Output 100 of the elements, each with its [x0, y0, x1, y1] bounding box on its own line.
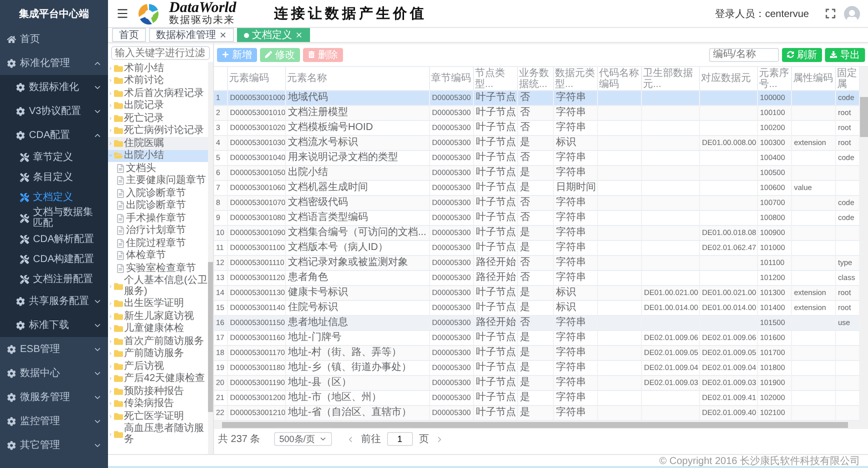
table-cell: 字符串	[554, 361, 598, 375]
tree-item[interactable]: 主要健康问题章节	[108, 174, 208, 187]
column-header[interactable]: 节点类型...	[474, 67, 518, 90]
tree-item[interactable]: 体检章节	[108, 250, 208, 262]
menu-item[interactable]: V3协议配置	[0, 99, 108, 123]
tree-item[interactable]: 死亡记录	[108, 112, 208, 124]
avatar[interactable]	[844, 6, 860, 22]
tree-item[interactable]: 预防接种报告	[108, 385, 208, 398]
scrollbar[interactable]	[208, 62, 213, 454]
table-cell: 地址-乡（镇、街道办事处）	[286, 361, 430, 375]
tree-item[interactable]: 术前讨论	[108, 74, 208, 87]
column-header[interactable]: 章节编码	[430, 67, 474, 90]
gear-icon	[16, 130, 25, 140]
table-cell: 字符串	[554, 121, 598, 135]
table-cell: 字符串	[554, 196, 598, 210]
folder-icon	[114, 374, 123, 384]
tree-item[interactable]: 首次产前随访服务	[108, 335, 208, 348]
menu-item[interactable]: 条目定义	[0, 167, 108, 187]
table-cell: 字符串	[554, 226, 598, 240]
menu-item[interactable]: 共享服务配置	[0, 289, 108, 313]
folder-icon	[114, 336, 123, 346]
menu-item[interactable]: 标准化管理	[0, 51, 108, 75]
table-cell: 是	[518, 301, 554, 315]
tree-item[interactable]: 产前随访服务	[108, 348, 208, 360]
tree-item[interactable]: 高血压患者随访服务	[108, 422, 208, 446]
menu-item[interactable]: CDA解析配置	[0, 229, 108, 249]
tree-item[interactable]: 个人基本信息(公卫服务)	[108, 274, 208, 298]
menu-item[interactable]: 监控管理	[0, 409, 108, 433]
close-icon[interactable]	[219, 31, 227, 39]
search-field[interactable]: 编码/名称	[709, 48, 779, 62]
fullscreen-icon[interactable]	[825, 8, 836, 19]
tree-item[interactable]: 文档头	[108, 162, 208, 174]
table-cell: 地域代码	[286, 91, 430, 105]
menu-item[interactable]: 微服务管理	[0, 385, 108, 409]
menu-item[interactable]: 文档定义	[0, 187, 108, 207]
scrollbar[interactable]	[214, 421, 868, 429]
column-header[interactable]: 卫生部数据元...	[642, 67, 700, 90]
tree-item[interactable]: 术前小结	[108, 62, 208, 74]
tree-item[interactable]: 住院医嘱	[108, 137, 208, 150]
menu-item[interactable]: 数据中心	[0, 361, 108, 385]
caret-icon	[108, 364, 113, 369]
table-cell: 文档记录对象或被监测对象	[286, 256, 430, 270]
menu-item[interactable]: 章节定义	[0, 147, 108, 167]
tree-item[interactable]: 治疗计划章节	[108, 224, 208, 237]
tree-item[interactable]: 术后首次病程记录	[108, 87, 208, 100]
plus-icon	[222, 51, 229, 58]
table-cell: 否	[518, 196, 554, 210]
page-input[interactable]: 1	[386, 432, 413, 446]
tree-item[interactable]: 实验室检查章节	[108, 262, 208, 274]
user-label: 登录人员：centervue	[715, 8, 809, 20]
column-header[interactable]: 代码名称编码	[598, 67, 642, 90]
table-cell: 叶子节点	[474, 376, 518, 390]
column-header[interactable]: 元素编码	[228, 67, 286, 90]
column-header[interactable]: 数据元类型...	[554, 67, 598, 90]
tree-item[interactable]: 产后访视	[108, 360, 208, 372]
folder-icon	[114, 151, 123, 160]
tree-item[interactable]: 出院记录	[108, 100, 208, 112]
gear-icon	[7, 368, 16, 378]
table-cell: 标识	[554, 136, 598, 150]
tree-item[interactable]: 产后42天健康检查	[108, 372, 208, 385]
caret-icon	[108, 338, 113, 344]
search-field[interactable]: 输入关键字进行过滤	[111, 46, 210, 60]
tree-item[interactable]: 手术操作章节	[108, 212, 208, 224]
menu-icon[interactable]	[116, 7, 129, 20]
gear-icon	[16, 296, 25, 306]
page-size-select[interactable]: 500条/页	[274, 432, 332, 446]
tree-item[interactable]: 儿童健康体检	[108, 322, 208, 335]
caret-icon	[108, 326, 113, 332]
menu-item[interactable]: 其它管理	[0, 433, 108, 457]
table-cell: 字符串	[554, 346, 598, 360]
table-cell: 字符串	[554, 91, 598, 105]
tree-item[interactable]: 入院诊断章节	[108, 187, 208, 200]
tree-item[interactable]: 新生儿家庭访视	[108, 310, 208, 322]
tree-item[interactable]: 传染病报告	[108, 398, 208, 410]
file-icon	[116, 176, 125, 186]
tree-item[interactable]: 出院诊断章节	[108, 200, 208, 212]
menu-item[interactable]: CDA构建配置	[0, 249, 108, 269]
menu-item[interactable]: 首页	[0, 27, 108, 51]
menu-item[interactable]: 数据标准化	[0, 75, 108, 99]
tree-item[interactable]: 死亡医学证明	[108, 410, 208, 422]
table-cell: 用来说明记录文档的类型	[286, 151, 430, 165]
caret-icon	[108, 376, 113, 382]
menu-item[interactable]: 文档与数据集匹配	[0, 207, 108, 229]
table-cell: 叶子节点	[474, 196, 518, 210]
caret-icon	[108, 284, 113, 288]
tree-item[interactable]: 出院小结	[108, 150, 208, 162]
menu-item[interactable]: CDA配置	[0, 123, 108, 147]
tools-icon	[20, 254, 29, 264]
tab[interactable]: 首页	[112, 28, 146, 42]
tree-item[interactable]: 出生医学证明	[108, 298, 208, 310]
column-header[interactable]: 属性编码	[792, 67, 836, 90]
menu-item[interactable]: 文档注册配置	[0, 269, 108, 289]
menu-item[interactable]: ESB管理	[0, 337, 108, 361]
tab[interactable]: 数据标准管理	[149, 28, 234, 42]
file-icon	[116, 201, 125, 210]
menu-item[interactable]: 标准下载	[0, 313, 108, 337]
scrollbar[interactable]	[860, 67, 868, 421]
folder-icon	[114, 312, 123, 321]
tree-item[interactable]: 死亡病例讨论记录	[108, 124, 208, 137]
tree-item[interactable]: 住院过程章节	[108, 237, 208, 250]
